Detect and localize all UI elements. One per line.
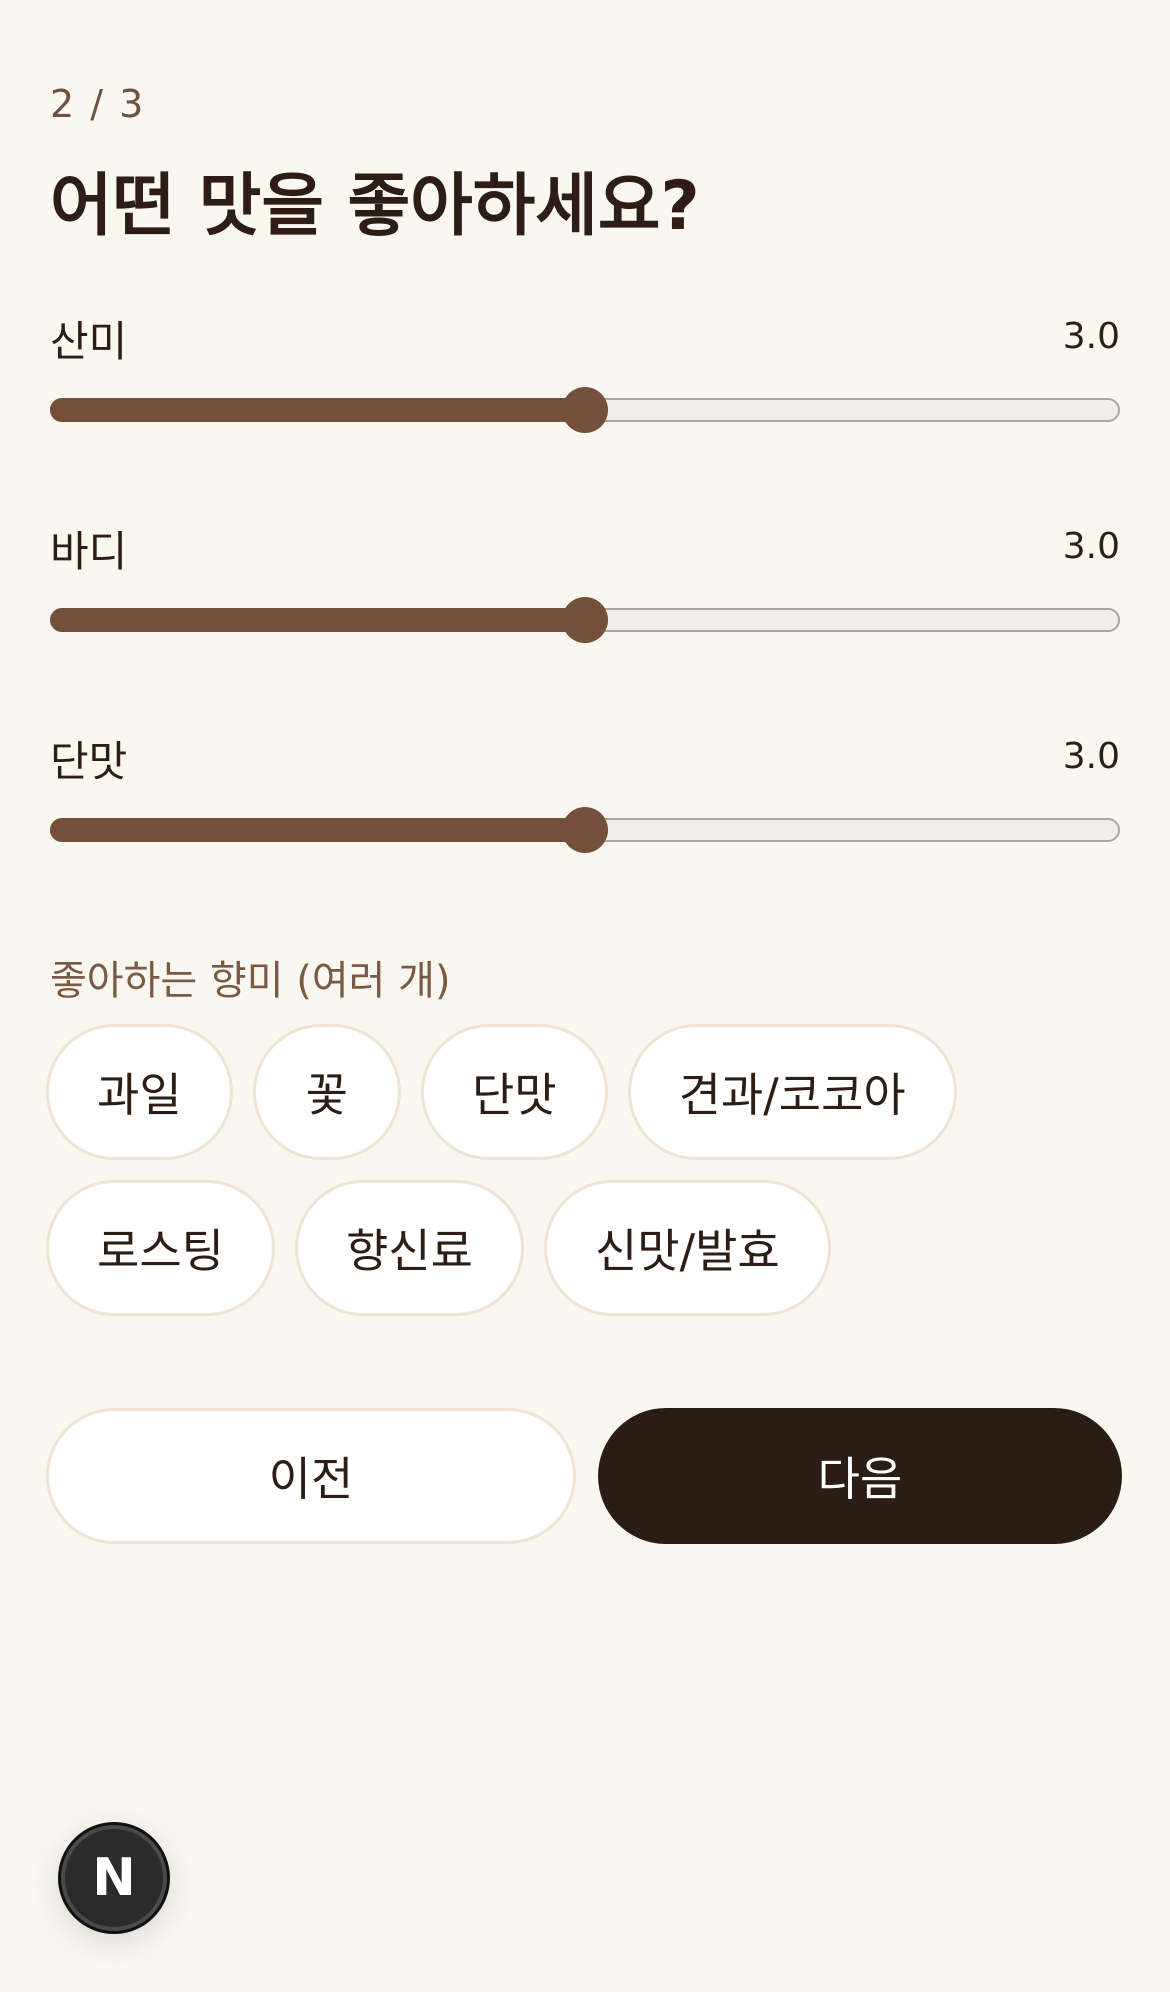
flavor-chip-roasting[interactable]: 로스팅 xyxy=(46,1180,275,1316)
flavor-chip-sweet[interactable]: 단맛 xyxy=(420,1024,608,1160)
flavor-chip-row: 로스팅 향신료 신맛/발효 xyxy=(46,1180,831,1316)
slider-fill xyxy=(50,608,585,632)
page-title: 어떤 맛을 좋아하세요? xyxy=(50,167,700,246)
slider-label: 단맛 xyxy=(50,737,128,786)
slider-thumb[interactable] xyxy=(562,597,608,643)
slider-track[interactable] xyxy=(50,597,1120,643)
slider-fill xyxy=(50,398,585,422)
step-indicator: 2 / 3 xyxy=(50,82,146,126)
slider-label: 바디 xyxy=(50,527,128,576)
slider-thumb[interactable] xyxy=(562,807,608,853)
next-button[interactable]: 다음 xyxy=(598,1408,1122,1544)
n-logo-icon[interactable]: N xyxy=(58,1822,170,1934)
flavor-chip-nut-cocoa[interactable]: 견과/코코아 xyxy=(627,1024,957,1160)
slider-thumb[interactable] xyxy=(562,387,608,433)
slider-track[interactable] xyxy=(50,387,1120,433)
flavor-chip-spice[interactable]: 향신료 xyxy=(294,1180,524,1316)
slider-value: 3.0 xyxy=(1062,736,1120,777)
slider-track[interactable] xyxy=(50,807,1120,853)
flavor-chip-floral[interactable]: 꽃 xyxy=(252,1024,401,1160)
taste-preference-screen: 2 / 3 어떤 맛을 좋아하세요? 산미 3.0 바디 3.0 단맛 3.0 … xyxy=(0,0,1170,1992)
flavor-chip-row: 과일 꽃 단맛 견과/코코아 xyxy=(46,1024,957,1160)
slider-value: 3.0 xyxy=(1062,526,1120,567)
slider-value: 3.0 xyxy=(1062,316,1120,357)
flavor-chip-sour-fermented[interactable]: 신맛/발효 xyxy=(543,1180,831,1316)
flavor-chip-fruit[interactable]: 과일 xyxy=(46,1024,233,1160)
slider-fill xyxy=(50,818,585,842)
prev-button[interactable]: 이전 xyxy=(46,1408,576,1544)
slider-label: 산미 xyxy=(50,317,128,366)
flavor-section-label: 좋아하는 향미 (여러 개) xyxy=(50,958,451,1004)
